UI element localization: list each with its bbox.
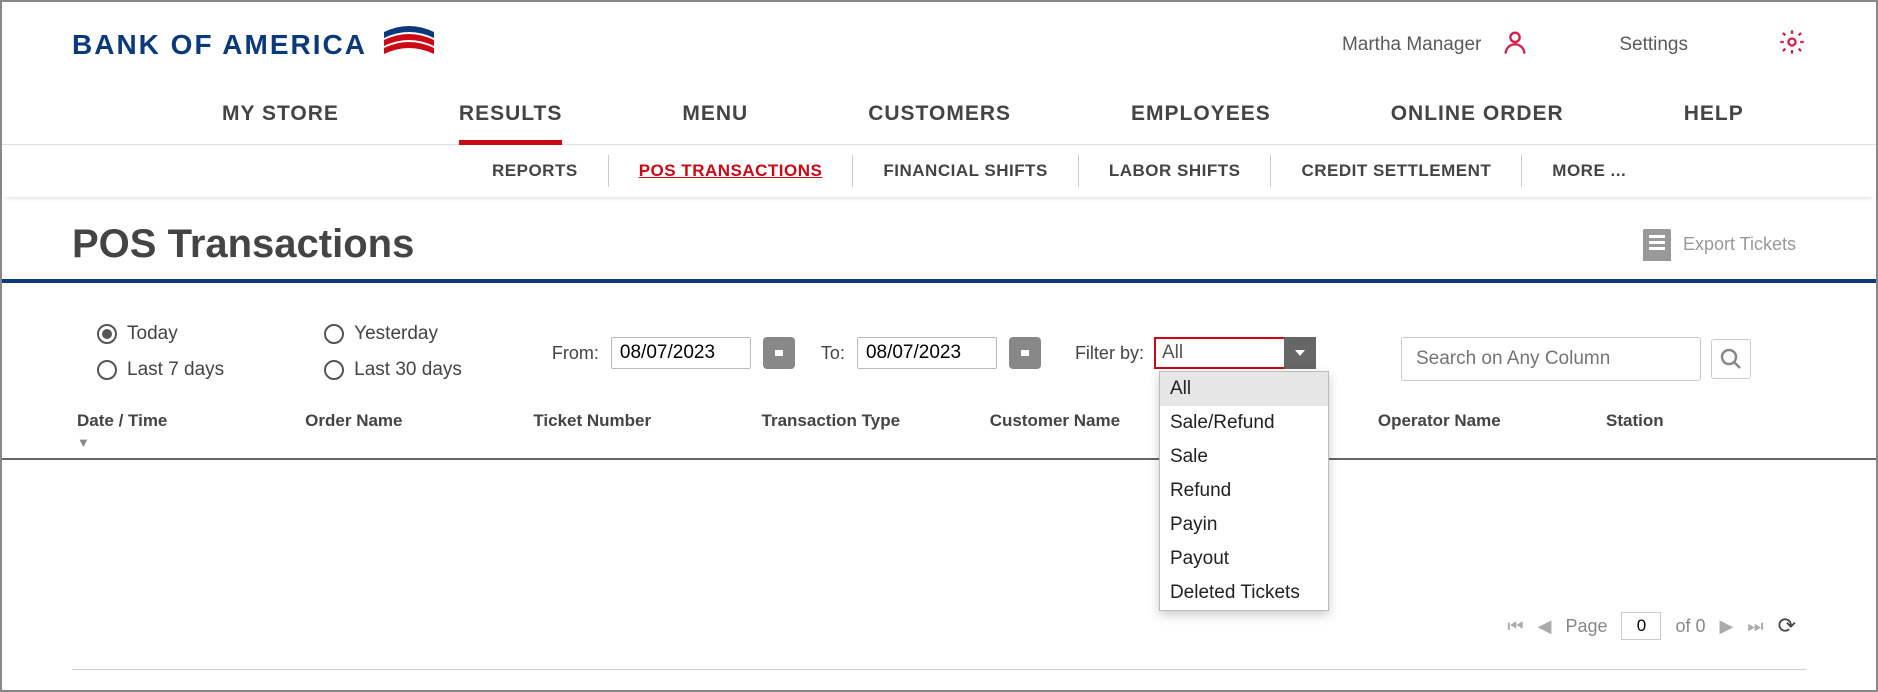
nav-help[interactable]: HELP [1684,102,1744,144]
subnav-reports[interactable]: REPORTS [462,155,609,187]
th-date-time[interactable]: Date / Time ▼ [77,411,305,450]
search-icon [1719,347,1743,371]
radio-today[interactable]: Today [97,323,224,345]
search-input[interactable] [1401,337,1701,381]
from-date-input[interactable] [611,337,751,369]
th-operator-name[interactable]: Operator Name [1378,411,1606,450]
from-calendar-button[interactable] [763,337,795,369]
subnav-more[interactable]: MORE ... [1522,155,1656,187]
th-order-name[interactable]: Order Name [305,411,533,450]
brand-logo: BANK OF AMERICA [72,22,439,67]
radio-yesterday[interactable]: Yesterday [324,323,462,345]
nav-my-store[interactable]: MY STORE [222,102,339,144]
page-first-button[interactable]: ⏮ [1507,616,1523,637]
subnav-credit-settlement[interactable]: CREDIT SETTLEMENT [1271,155,1522,187]
current-user[interactable]: Martha Manager [1342,34,1481,56]
filter-option-sale[interactable]: Sale [1160,440,1328,474]
search-button[interactable] [1711,339,1751,379]
filter-by-dropdown: All Sale/Refund Sale Refund Payin Payout… [1159,371,1329,611]
th-transaction-type[interactable]: Transaction Type [762,411,990,450]
nav-customers[interactable]: CUSTOMERS [868,102,1011,144]
to-calendar-button[interactable] [1009,337,1041,369]
sort-desc-icon: ▼ [77,435,305,450]
filter-option-all[interactable]: All [1160,372,1328,406]
pagination: ⏮ ◀ Page of 0 ▶ ⏭ ⟳ [1507,612,1796,640]
filter-by-input[interactable] [1154,337,1284,369]
filter-option-sale-refund[interactable]: Sale/Refund [1160,406,1328,440]
export-label: Export Tickets [1683,234,1796,255]
nav-employees[interactable]: EMPLOYEES [1131,102,1271,144]
filter-option-payout[interactable]: Payout [1160,542,1328,576]
page-last-button[interactable]: ⏭ [1747,616,1763,637]
brand-text: BANK OF AMERICA [72,29,367,61]
page-prev-button[interactable]: ◀ [1538,616,1552,637]
document-icon [1643,229,1671,261]
filter-option-payin[interactable]: Payin [1160,508,1328,542]
nav-results[interactable]: RESULTS [459,102,562,145]
export-tickets-button[interactable]: Export Tickets [1643,229,1796,261]
from-label: From: [552,343,599,364]
filter-by-dropdown-button[interactable] [1284,337,1316,369]
user-icon[interactable] [1501,28,1529,62]
nav-menu[interactable]: MENU [682,102,748,144]
radio-last-30-days[interactable]: Last 30 days [324,359,462,381]
to-label: To: [821,343,845,364]
table-header: Date / Time ▼ Order Name Ticket Number T… [2,391,1876,460]
subnav-labor-shifts[interactable]: LABOR SHIFTS [1079,155,1272,187]
divider [72,669,1806,670]
th-station[interactable]: Station [1606,411,1806,450]
page-number-input[interactable] [1621,612,1661,640]
chevron-down-icon [1292,345,1308,361]
main-nav: MY STORE RESULTS MENU CUSTOMERS EMPLOYEE… [2,77,1876,145]
page-title: POS Transactions [72,222,414,267]
refresh-button[interactable]: ⟳ [1778,613,1796,639]
sub-nav: REPORTS POS TRANSACTIONS FINANCIAL SHIFT… [2,145,1876,197]
nav-online-order[interactable]: ONLINE ORDER [1391,102,1564,144]
subnav-pos-transactions[interactable]: POS TRANSACTIONS [609,155,854,187]
radio-last-7-days[interactable]: Last 7 days [97,359,224,381]
filter-option-refund[interactable]: Refund [1160,474,1328,508]
filter-by-label: Filter by: [1075,343,1144,364]
page-of-label: of 0 [1675,616,1705,637]
settings-link[interactable]: Settings [1619,34,1688,56]
to-date-input[interactable] [857,337,997,369]
th-ticket-number[interactable]: Ticket Number [533,411,761,450]
page-next-button[interactable]: ▶ [1720,616,1734,637]
brand-flag-icon [379,22,439,67]
filter-option-deleted-tickets[interactable]: Deleted Tickets [1160,576,1328,610]
subnav-financial-shifts[interactable]: FINANCIAL SHIFTS [853,155,1078,187]
gear-icon[interactable] [1778,28,1806,62]
page-label: Page [1565,616,1607,637]
